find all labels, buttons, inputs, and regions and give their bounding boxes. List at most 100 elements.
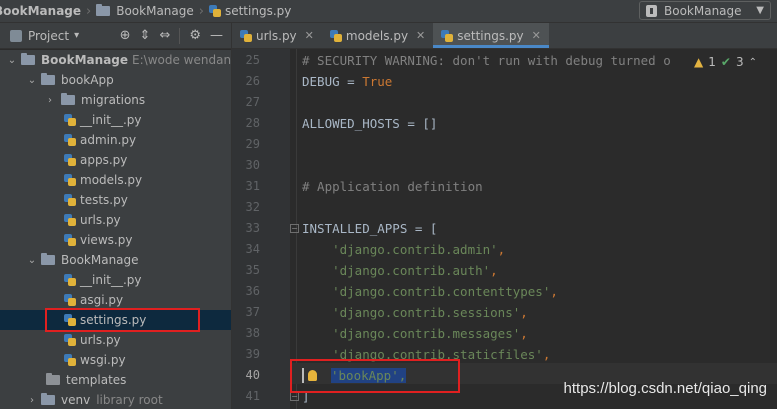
code-line[interactable]: 'django.contrib.messages', [302, 323, 528, 344]
python-file-icon [64, 154, 76, 166]
tree-item-suffix: library root [96, 393, 163, 407]
python-file-icon [64, 294, 76, 306]
code-line[interactable]: 'django.contrib.contenttypes', [302, 281, 558, 302]
collapse-all-icon[interactable]: ⇔ [159, 28, 170, 43]
chevron-right-icon: › [48, 94, 52, 106]
python-file-icon [441, 29, 454, 42]
breadcrumb-project[interactable]: BookManage [0, 0, 85, 22]
close-icon[interactable]: ✕ [532, 29, 541, 42]
expand-all-icon[interactable]: ⇕ [140, 28, 151, 43]
tree-item-label: urls.py [80, 213, 121, 227]
tree-item-path: E:\wode wendang [132, 53, 231, 67]
code-line[interactable]: 'django.contrib.auth', [302, 260, 498, 281]
tree-item-label: tests.py [80, 193, 128, 207]
tree-item-venv[interactable]: › venv library root [0, 390, 231, 409]
code-line[interactable]: INSTALLED_APPS = [ [302, 218, 437, 239]
tree-item-label: urls.py [80, 333, 121, 347]
annotation-box [45, 308, 200, 332]
fold-marker-icon[interactable]: − [290, 224, 299, 233]
python-file-icon [64, 234, 76, 246]
tree-item-label: asgi.py [80, 293, 124, 307]
tab-label: urls.py [256, 28, 297, 43]
tab-urls[interactable]: urls.py ✕ [232, 23, 322, 48]
line-number: 31 [245, 179, 260, 193]
tree-item-file[interactable]: tests.py [0, 190, 231, 210]
project-view-selector[interactable]: Project ▾ [0, 29, 79, 43]
tree-item-file[interactable]: models.py [0, 170, 231, 190]
check-icon: ✔ [720, 55, 731, 69]
run-configuration-dropdown[interactable]: BookManage ▼ [639, 1, 771, 20]
tab-label: settings.py [457, 28, 524, 43]
breadcrumb-file[interactable]: settings.py [205, 0, 295, 22]
watermark: https://blog.csdn.net/qiao_qing [563, 380, 767, 397]
project-panel-title: Project [28, 28, 70, 43]
python-file-icon [64, 214, 76, 226]
chevron-down-icon: ⌄ [7, 54, 17, 66]
line-number: 37 [245, 305, 260, 319]
close-icon[interactable]: ✕ [416, 29, 425, 42]
python-file-icon [208, 5, 221, 17]
code-line[interactable]: # Application definition [302, 176, 483, 197]
toolbar-divider [179, 27, 181, 44]
folder-icon [96, 4, 111, 16]
line-number-current: 40 [245, 368, 260, 382]
code-line[interactable]: # SECURITY WARNING: don't run with debug… [302, 50, 671, 71]
line-number: 35 [245, 263, 260, 277]
tree-item-label: __init__.py [80, 113, 142, 127]
tree-item-migrations[interactable]: › migrations [0, 90, 231, 110]
tree-item-file[interactable]: __init__.py [0, 110, 231, 130]
line-number: 38 [245, 326, 260, 340]
tree-item-file[interactable]: asgi.py [0, 290, 231, 310]
project-tree: ⌄ BookManage E:\wode wendang ⌄ bookApp ›… [0, 50, 231, 409]
tab-models[interactable]: models.py ✕ [322, 23, 433, 48]
python-file-icon [64, 194, 76, 206]
warning-count: 1 [708, 55, 716, 69]
weak-warning-count: 3 [735, 55, 744, 69]
tab-settings[interactable]: settings.py ✕ [433, 23, 549, 48]
tree-item-file[interactable]: apps.py [0, 150, 231, 170]
chevron-down-icon: ⌄ [27, 254, 37, 266]
inspection-widget[interactable]: ▲ 1 ✔ 3 ⌃ [694, 55, 757, 69]
tree-item-templates[interactable]: templates [0, 370, 231, 390]
python-file-icon [64, 334, 76, 346]
run-configuration-label: BookManage [664, 3, 742, 18]
code-line[interactable]: 'django.contrib.sessions', [302, 302, 528, 323]
django-icon [646, 4, 657, 17]
line-number: 34 [245, 242, 260, 256]
folder-icon [41, 73, 55, 85]
tree-item-file[interactable]: urls.py [0, 210, 231, 230]
editor-tabs: urls.py ✕ models.py ✕ settings.py ✕ [232, 23, 777, 49]
tree-item-label: BookManage [61, 253, 139, 267]
line-number: 36 [245, 284, 260, 298]
chevron-up-icon[interactable]: ⌃ [749, 57, 757, 68]
tree-item-file[interactable]: views.py [0, 230, 231, 250]
line-number: 32 [245, 200, 260, 214]
locate-file-icon[interactable]: ⊕ [120, 28, 131, 43]
close-icon[interactable]: ✕ [305, 29, 314, 42]
tree-item-bookmanage-root[interactable]: ⌄ BookManage E:\wode wendang [0, 50, 231, 70]
tree-item-label: bookApp [61, 73, 114, 87]
tree-item-file[interactable]: __init__.py [0, 270, 231, 290]
python-file-icon [64, 354, 76, 366]
line-number: 41 [245, 389, 260, 403]
line-number: 27 [245, 95, 260, 109]
tree-item-bookapp[interactable]: ⌄ bookApp [0, 70, 231, 90]
minimize-icon[interactable]: — [210, 28, 223, 43]
folder-icon [41, 253, 55, 265]
code-line[interactable]: ALLOWED_HOSTS = [] [302, 113, 437, 134]
python-file-icon [64, 134, 76, 146]
python-file-icon [329, 29, 342, 42]
tree-item-file[interactable]: admin.py [0, 130, 231, 150]
gear-icon[interactable]: ⚙ [189, 28, 201, 43]
tree-item-file[interactable]: wsgi.py [0, 350, 231, 370]
folder-icon [46, 373, 60, 385]
fold-marker-icon[interactable]: − [290, 392, 299, 401]
tree-item-file[interactable]: urls.py [0, 330, 231, 350]
breadcrumb-folder[interactable]: BookManage [92, 0, 198, 22]
chevron-right-icon: › [30, 394, 34, 406]
code-line[interactable]: 'django.contrib.admin', [302, 239, 505, 260]
line-number: 29 [245, 137, 260, 151]
code-line[interactable]: DEBUG = True [302, 71, 392, 92]
tree-item-bookmanage-package[interactable]: ⌄ BookManage [0, 250, 231, 270]
tree-item-label: migrations [81, 93, 146, 107]
